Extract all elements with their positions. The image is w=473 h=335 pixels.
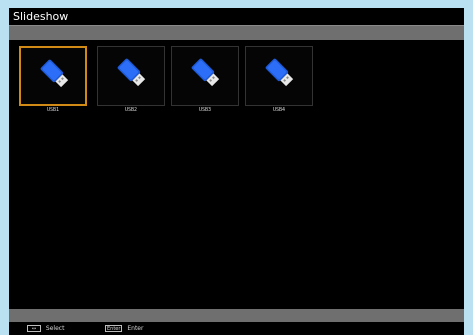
- device-tile[interactable]: [97, 46, 165, 106]
- device-tile[interactable]: [171, 46, 239, 106]
- window-title: Slideshow: [13, 10, 69, 23]
- select-hint-label: Select: [45, 325, 65, 332]
- enter-hint-label: Enter: [127, 325, 144, 332]
- usb-drive-icon: [265, 58, 294, 87]
- device-tile[interactable]: [245, 46, 313, 106]
- usb-drive-icon: [40, 59, 69, 88]
- device-label-usb2: USB2: [124, 107, 138, 113]
- device-label-usb3: USB3: [198, 107, 212, 113]
- device-label-usb4: USB4: [272, 107, 286, 113]
- usb-drive-icon: [191, 58, 220, 87]
- slideshow-screen: Slideshow USB1 USB2 USB3 USB4 ↔ Select E…: [9, 8, 464, 335]
- device-tile[interactable]: [19, 46, 87, 106]
- device-grid: USB1 USB2 USB3 USB4: [9, 40, 464, 309]
- enter-hint: Enter Enter: [105, 325, 143, 333]
- device-item-usb3[interactable]: USB3: [171, 40, 239, 120]
- device-item-usb4[interactable]: USB4: [245, 40, 313, 120]
- status-bar: ↔ Select Enter Enter: [9, 322, 464, 335]
- usb-drive-icon: [117, 58, 146, 87]
- top-divider-bar: [9, 26, 464, 40]
- title-bar: Slideshow: [9, 8, 464, 26]
- enter-key-icon: Enter: [105, 325, 123, 332]
- device-label-usb1: USB1: [46, 107, 60, 113]
- arrow-key-icon: ↔: [27, 325, 41, 332]
- device-item-usb2[interactable]: USB2: [97, 40, 165, 120]
- bottom-divider-bar: [9, 309, 464, 322]
- select-hint: ↔ Select: [27, 325, 64, 333]
- device-item-usb1[interactable]: USB1: [19, 40, 87, 120]
